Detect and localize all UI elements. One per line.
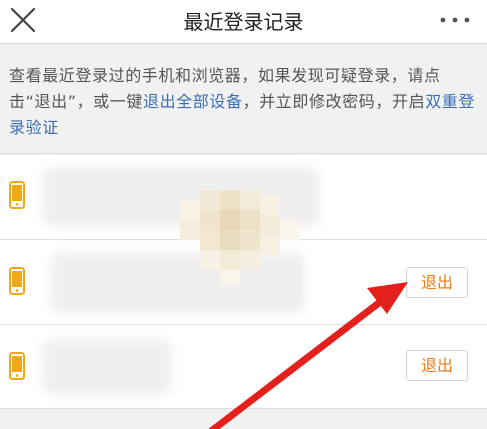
notice-text-2: ，并立即修改密码，开启 bbox=[242, 92, 426, 111]
top-navbar: 最近登录记录 bbox=[0, 0, 487, 44]
logout-all-devices-link[interactable]: 退出全部设备 bbox=[143, 92, 243, 111]
logout-button[interactable]: 退出 bbox=[406, 267, 468, 298]
more-button[interactable] bbox=[433, 6, 477, 36]
pixelated-blur-overlay bbox=[180, 190, 300, 285]
phone-icon bbox=[9, 181, 25, 209]
security-notice: 查看最近登录过的手机和浏览器，如果发现可疑登录，请点击“退出”，或一键退出全部设… bbox=[0, 44, 487, 154]
logout-button[interactable]: 退出 bbox=[406, 350, 468, 381]
redacted-device-info bbox=[42, 339, 172, 395]
device-row: 退出 bbox=[0, 325, 487, 409]
more-dots-icon bbox=[440, 17, 470, 23]
phone-icon bbox=[9, 267, 25, 295]
page-title: 最近登录记录 bbox=[183, 10, 304, 34]
phone-icon bbox=[9, 352, 25, 380]
